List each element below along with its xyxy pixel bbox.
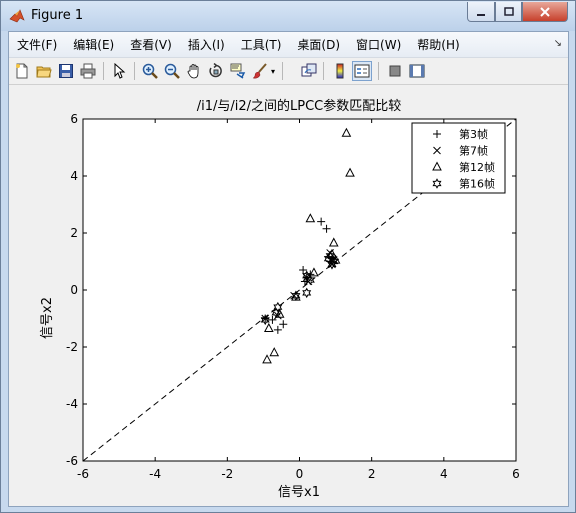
x-tick-label: 0 <box>296 467 304 481</box>
y-axis-label: 信号x2 <box>40 297 55 339</box>
link-plot-icon[interactable] <box>299 61 319 81</box>
maximize-icon <box>503 6 514 16</box>
scatter-plot[interactable]: /i1/与/i2/之间的LPCC参数匹配比较 -6 -4 -2 0 2 4 6 -6 -4 -2 0… <box>9 85 568 506</box>
minimize-icon <box>477 13 485 16</box>
window-title: Figure 1 <box>31 8 84 23</box>
maximize-button[interactable] <box>495 2 522 22</box>
figure-window: Figure 1 文件(F) 编辑(E) 查看(V) 插入(I) 工具(T) 桌… <box>0 0 576 513</box>
menu-tools[interactable]: 工具(T) <box>233 36 290 53</box>
y-tick-label: -2 <box>66 340 78 354</box>
toolbar-separator <box>323 62 324 80</box>
toolbar-separator <box>134 62 135 80</box>
zoom-in-icon[interactable] <box>140 61 160 81</box>
menu-help[interactable]: 帮助(H) <box>409 36 467 53</box>
pan-hand-icon[interactable] <box>184 61 204 81</box>
figure-client-area: 文件(F) 编辑(E) 查看(V) 插入(I) 工具(T) 桌面(D) 窗口(W… <box>8 31 569 507</box>
rotate-3d-icon[interactable] <box>206 61 226 81</box>
x-tick-label: -6 <box>77 467 89 481</box>
dock-arrow-icon[interactable]: ↘ <box>554 38 562 49</box>
y-tick-label: 4 <box>70 169 78 183</box>
x-tick-label: 4 <box>440 467 448 481</box>
y-tick-label: 6 <box>70 112 78 126</box>
data-cursor-icon[interactable] <box>228 61 248 81</box>
menu-edit[interactable]: 编辑(E) <box>65 36 122 53</box>
brush-dropdown-icon[interactable]: ▾ <box>271 67 275 76</box>
title-bar[interactable]: Figure 1 <box>1 1 575 31</box>
close-icon <box>540 6 550 17</box>
figure-toolbar: ▾ <box>9 58 568 85</box>
x-tick-label: -2 <box>221 467 233 481</box>
y-tick-label: -4 <box>66 397 78 411</box>
y-tick-label: -6 <box>66 454 78 468</box>
close-button[interactable] <box>522 2 568 22</box>
menu-file[interactable]: 文件(F) <box>9 36 65 53</box>
hide-plot-tools-icon[interactable] <box>385 61 405 81</box>
menu-view[interactable]: 查看(V) <box>122 36 180 53</box>
brush-icon[interactable] <box>250 61 270 81</box>
save-icon[interactable] <box>56 61 76 81</box>
menu-window[interactable]: 窗口(W) <box>348 36 409 53</box>
open-file-icon[interactable] <box>34 61 54 81</box>
legend-icon[interactable] <box>352 61 372 81</box>
pointer-icon[interactable] <box>109 61 129 81</box>
legend[interactable]: 第3帧第7帧第12帧第16帧 <box>411 122 506 194</box>
legend-label-4: 第16帧 <box>459 177 495 191</box>
colorbar-icon[interactable] <box>330 61 350 81</box>
x-tick-label: -4 <box>149 467 161 481</box>
legend-label-2: 第7帧 <box>459 144 488 158</box>
print-icon[interactable] <box>78 61 98 81</box>
y-tick-label: 0 <box>70 283 78 297</box>
menu-bar: 文件(F) 编辑(E) 查看(V) 插入(I) 工具(T) 桌面(D) 窗口(W… <box>9 32 568 58</box>
legend-label-3: 第12帧 <box>459 160 495 174</box>
toolbar-separator <box>282 62 283 80</box>
matlab-logo-icon <box>9 9 25 23</box>
zoom-out-icon[interactable] <box>162 61 182 81</box>
new-figure-icon[interactable] <box>12 61 32 81</box>
legend-label-1: 第3帧 <box>459 127 488 141</box>
chart-title: /i1/与/i2/之间的LPCC参数匹配比较 <box>197 98 402 114</box>
show-plot-tools-icon[interactable] <box>407 61 427 81</box>
toolbar-separator <box>103 62 104 80</box>
toolbar-separator <box>378 62 379 80</box>
y-tick-label: 2 <box>70 226 78 240</box>
menu-insert[interactable]: 插入(I) <box>180 36 233 53</box>
figure-canvas[interactable]: /i1/与/i2/之间的LPCC参数匹配比较 -6 -4 -2 0 2 4 6 -6 -4 -2 0… <box>9 85 568 506</box>
x-tick-label: 6 <box>512 467 520 481</box>
x-axis-label: 信号x1 <box>278 485 320 500</box>
x-tick-label: 2 <box>368 467 376 481</box>
minimize-button[interactable] <box>467 2 495 22</box>
menu-desktop[interactable]: 桌面(D) <box>289 36 348 53</box>
